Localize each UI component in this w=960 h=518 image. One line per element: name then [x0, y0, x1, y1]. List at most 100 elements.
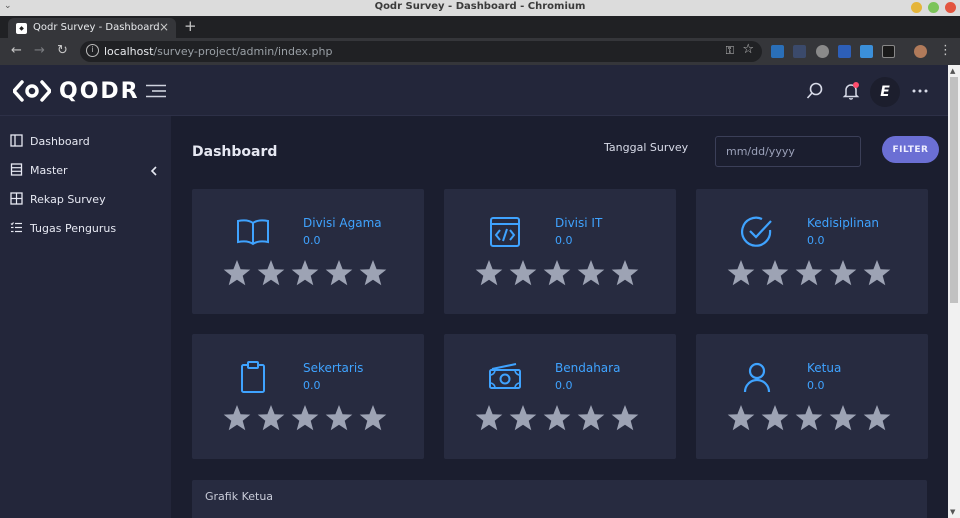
browser-menu-icon[interactable]: ⋮	[939, 43, 952, 58]
star-icon[interactable]	[223, 404, 251, 432]
star-icon[interactable]	[325, 259, 353, 287]
sidebar-item-master[interactable]: Master	[0, 160, 171, 184]
window-title-bar: ⌄ Qodr Survey - Dashboard - Chromium	[0, 0, 960, 16]
star-icon[interactable]	[795, 259, 823, 287]
star-icon[interactable]	[577, 259, 605, 287]
star-icon[interactable]	[475, 404, 503, 432]
survey-card-divisi-agama: Divisi Agama 0.0	[192, 189, 424, 314]
profile-avatar-icon[interactable]	[914, 45, 927, 58]
sidebar-item-tugas-pengurus[interactable]: Tugas Pengurus	[0, 218, 171, 242]
new-tab-button[interactable]: +	[184, 17, 197, 35]
card-score: 0.0	[555, 379, 573, 392]
survey-card-kedisiplinan: Kedisiplinan 0.0	[696, 189, 928, 314]
sidebar-item-rekap-survey[interactable]: Rekap Survey	[0, 189, 171, 213]
maximize-button[interactable]	[928, 2, 939, 13]
card-score: 0.0	[807, 234, 825, 247]
list-box-icon	[10, 163, 23, 176]
star-icon[interactable]	[475, 259, 503, 287]
password-key-icon[interactable]: ⚿	[726, 44, 734, 58]
book-icon	[237, 219, 269, 246]
search-icon[interactable]	[806, 82, 824, 100]
star-icon[interactable]	[761, 404, 789, 432]
extension-icon[interactable]	[860, 45, 873, 58]
survey-date-input[interactable]	[715, 136, 861, 167]
star-icon[interactable]	[795, 404, 823, 432]
scroll-up-arrow-icon[interactable]: ▲	[950, 67, 955, 75]
more-options-icon[interactable]	[912, 89, 928, 93]
user-icon	[743, 362, 771, 393]
star-icon[interactable]	[291, 259, 319, 287]
sidebar-item-dashboard[interactable]: Dashboard	[0, 131, 171, 155]
star-icon[interactable]	[257, 404, 285, 432]
survey-card-divisi-it: Divisi IT 0.0	[444, 189, 676, 314]
star-icon[interactable]	[291, 404, 319, 432]
bookmark-star-icon[interactable]: ☆	[742, 42, 754, 57]
scrollbar-thumb[interactable]	[950, 77, 958, 303]
star-icon[interactable]	[543, 404, 571, 432]
survey-card-ketua: Ketua 0.0	[696, 334, 928, 459]
reload-icon[interactable]: ↻	[57, 43, 68, 58]
page-scrollbar[interactable]: ▲ ▼	[948, 65, 960, 518]
star-icon[interactable]	[727, 404, 755, 432]
chart-section: Grafik Ketua	[192, 480, 927, 518]
tab-strip: ◆ Qodr Survey - Dashboard × +	[0, 16, 960, 38]
star-icon[interactable]	[543, 259, 571, 287]
minimize-button[interactable]	[911, 2, 922, 13]
close-window-button[interactable]	[945, 2, 956, 13]
web-page: QODR E Dashboard Master Rekap Survey Tug…	[0, 65, 948, 518]
extension-icon[interactable]	[816, 45, 829, 58]
extension-icon[interactable]	[838, 45, 851, 58]
star-icon[interactable]	[257, 259, 285, 287]
hamburger-menu-icon[interactable]	[144, 84, 168, 98]
star-icon[interactable]	[577, 404, 605, 432]
sidebar-item-label: Rekap Survey	[30, 193, 106, 206]
star-icon[interactable]	[611, 259, 639, 287]
star-icon[interactable]	[761, 259, 789, 287]
card-title: Kedisiplinan	[807, 216, 880, 230]
back-arrow-icon[interactable]: ←	[11, 43, 22, 58]
main-content: Dashboard Tanggal Survey FILTER Divisi A…	[171, 116, 948, 518]
forward-arrow-icon[interactable]: →	[34, 43, 45, 58]
url-text[interactable]: localhost/survey-project/admin/index.php	[104, 45, 332, 58]
site-info-icon[interactable]: i	[86, 44, 99, 57]
star-icon[interactable]	[359, 259, 387, 287]
extension-icon[interactable]	[882, 45, 895, 58]
browser-tab[interactable]: ◆ Qodr Survey - Dashboard ×	[8, 18, 176, 38]
star-icon[interactable]	[223, 259, 251, 287]
star-icon[interactable]	[359, 404, 387, 432]
card-title: Bendahara	[555, 361, 621, 375]
checklist-icon	[10, 222, 22, 233]
star-icon[interactable]	[863, 404, 891, 432]
star-icon[interactable]	[829, 259, 857, 287]
address-bar[interactable]: i localhost/survey-project/admin/index.p…	[80, 41, 762, 62]
star-icon[interactable]	[611, 404, 639, 432]
scroll-down-arrow-icon[interactable]: ▼	[950, 508, 955, 516]
chart-section-title: Grafik Ketua	[205, 490, 274, 503]
date-label: Tanggal Survey	[604, 141, 689, 154]
extension-icon[interactable]	[793, 45, 806, 58]
tab-close-icon[interactable]: ×	[159, 20, 169, 34]
filter-button[interactable]: FILTER	[882, 136, 939, 163]
card-title: Divisi IT	[555, 216, 603, 230]
extension-icon[interactable]	[771, 45, 784, 58]
sidebar-item-label: Master	[30, 164, 68, 177]
star-icon[interactable]	[509, 404, 537, 432]
window-title: Qodr Survey - Dashboard - Chromium	[374, 1, 586, 12]
tab-title: Qodr Survey - Dashboard	[33, 22, 160, 33]
favicon-icon: ◆	[16, 23, 27, 34]
star-icon[interactable]	[727, 259, 755, 287]
star-icon[interactable]	[325, 404, 353, 432]
star-icon[interactable]	[863, 259, 891, 287]
star-icon[interactable]	[509, 259, 537, 287]
chevron-left-icon[interactable]	[150, 166, 158, 176]
check-circle-icon	[741, 216, 772, 247]
columns-icon	[10, 134, 23, 147]
money-icon	[489, 363, 521, 389]
user-avatar[interactable]: E	[870, 77, 900, 107]
grid-icon	[10, 192, 23, 205]
sidebar-item-label: Dashboard	[30, 135, 90, 148]
card-title: Ketua	[807, 361, 842, 375]
sidebar-item-label: Tugas Pengurus	[30, 222, 117, 235]
card-title: Sekertaris	[303, 361, 364, 375]
star-icon[interactable]	[829, 404, 857, 432]
